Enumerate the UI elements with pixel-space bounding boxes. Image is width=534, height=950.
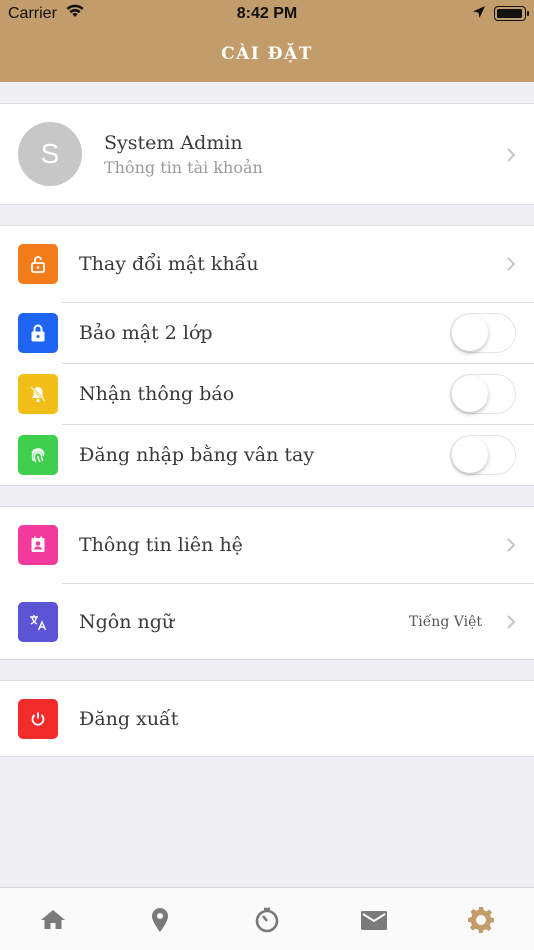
bell-off-icon [18,374,58,414]
logout-row[interactable]: Đăng xuất [0,680,534,757]
tab-location[interactable] [145,905,175,935]
info-group: Thông tin liên hệ Ngôn ngữ Tiếng Việt [0,506,534,660]
battery-icon [494,6,529,21]
header-bar: Carrier 8:42 PM CÀI ĐẶT [0,0,534,82]
fingerprint-login-row: Đăng nhập bằng vân tay [0,425,534,486]
chevron-right-icon [507,538,516,552]
contact-info-label: Thông tin liên hệ [79,534,243,556]
toggle-knob [452,315,488,351]
contact-info-row[interactable]: Thông tin liên hệ [0,507,534,584]
lock-icon [18,313,58,353]
location-pin-icon [152,908,168,932]
tab-home[interactable] [38,905,68,935]
profile-subtitle: Thông tin tài khoản [104,158,263,177]
language-label: Ngôn ngữ [79,611,175,633]
security-group: Thay đổi mật khẩu Bảo mật 2 lớp Nhận thô… [0,225,534,486]
notifications-label: Nhận thông báo [79,383,235,405]
settings-gear-icon [468,907,494,933]
status-time: 8:42 PM [236,5,298,22]
tab-settings[interactable] [466,905,496,935]
avatar: S [18,122,82,186]
chevron-right-icon [507,615,516,629]
tab-bar [0,887,534,950]
tab-timer[interactable] [252,905,282,935]
toggle-knob [452,376,488,412]
toggle-knob [452,437,488,473]
change-password-label: Thay đổi mật khẩu [79,253,259,275]
tab-mail[interactable] [359,905,389,935]
chevron-right-icon [507,257,516,271]
translate-icon [18,602,58,642]
fingerprint-login-toggle[interactable] [450,435,516,475]
notifications-toggle[interactable] [450,374,516,414]
unlock-icon [18,244,58,284]
change-password-row[interactable]: Thay đổi mật khẩu [0,226,534,303]
chevron-right-icon [507,148,516,162]
profile-name: System Admin [104,132,243,154]
logout-label: Đăng xuất [79,708,179,730]
status-bar: Carrier 8:42 PM [0,0,534,28]
two-factor-label: Bảo mật 2 lớp [79,322,213,344]
contact-icon [18,525,58,565]
profile-row[interactable]: S System Admin Thông tin tài khoản [0,103,534,205]
language-row[interactable]: Ngôn ngữ Tiếng Việt [0,584,534,660]
page-title: CÀI ĐẶT [221,44,313,64]
location-arrow-icon [472,5,486,24]
two-factor-row: Bảo mật 2 lớp [0,303,534,364]
power-icon [18,699,58,739]
notifications-row: Nhận thông báo [0,364,534,425]
fingerprint-icon [18,435,58,475]
fingerprint-login-label: Đăng nhập bằng vân tay [79,444,315,466]
language-value: Tiếng Việt [408,614,482,630]
timer-icon [255,907,279,933]
mail-icon [361,911,387,930]
two-factor-toggle[interactable] [450,313,516,353]
home-icon [41,910,65,929]
